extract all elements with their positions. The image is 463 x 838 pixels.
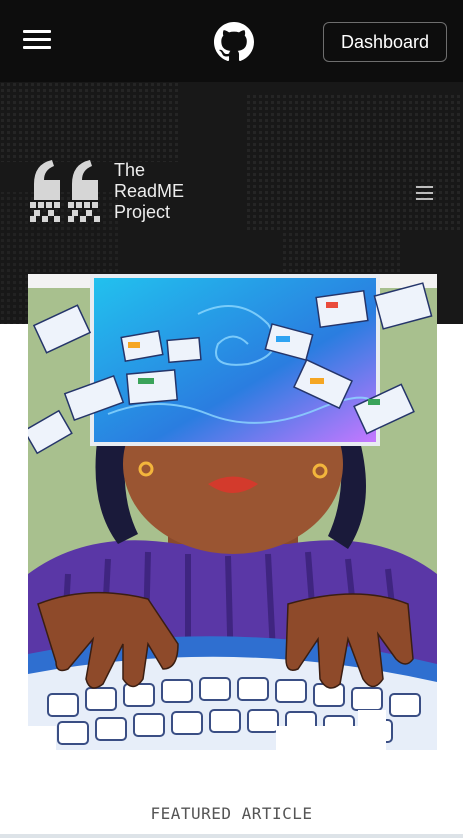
quote-marks-icon (30, 160, 100, 222)
menu-icon[interactable] (416, 185, 433, 201)
top-navigation: Dashboard (0, 0, 463, 82)
readme-brand-text: The ReadME Project (114, 160, 184, 223)
featured-article-illustration[interactable] (28, 274, 437, 750)
brand-line: ReadME (114, 180, 185, 201)
illustration-artwork (28, 274, 437, 750)
brand-line: The (114, 159, 146, 180)
github-icon[interactable] (214, 22, 254, 62)
readme-project-logo[interactable]: The ReadME Project (28, 160, 184, 222)
dashboard-button[interactable]: Dashboard (323, 22, 447, 62)
hamburger-icon[interactable] (23, 30, 51, 50)
section-divider (0, 834, 463, 838)
featured-article-label: FEATURED ARTICLE (150, 804, 313, 823)
brand-line: Project (114, 201, 171, 222)
